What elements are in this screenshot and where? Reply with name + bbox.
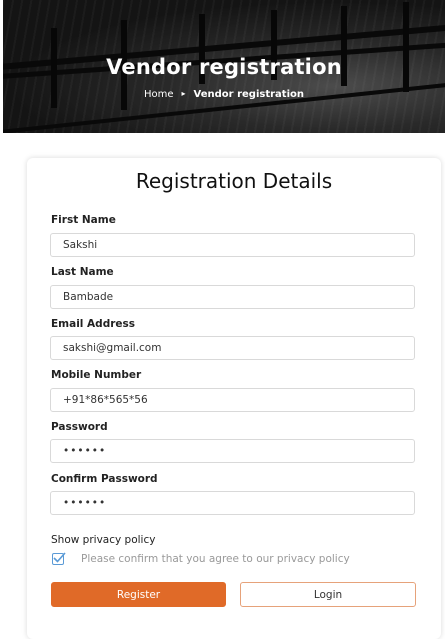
confirm-password-label: Confirm Password xyxy=(51,473,158,485)
password-label: Password xyxy=(51,421,108,433)
breadcrumb-separator-icon: ▸ xyxy=(181,89,186,98)
last-name-field[interactable] xyxy=(50,285,415,309)
last-name-label: Last Name xyxy=(51,266,114,278)
email-label: Email Address xyxy=(51,318,136,330)
register-button[interactable]: Register xyxy=(51,582,226,607)
check-icon xyxy=(53,552,66,563)
registration-card: Registration Details First Name Last Nam… xyxy=(27,158,441,639)
breadcrumb-current: Vendor registration xyxy=(193,89,304,100)
login-button[interactable]: Login xyxy=(240,582,416,607)
breadcrumb-home-link[interactable]: Home xyxy=(144,89,174,100)
mobile-label: Mobile Number xyxy=(51,369,142,381)
privacy-checkbox-text: Please confirm that you agree to our pri… xyxy=(81,553,350,565)
mobile-field[interactable] xyxy=(50,388,415,412)
breadcrumb: Home ▸ Vendor registration xyxy=(3,89,445,100)
confirm-password-field[interactable] xyxy=(50,491,415,515)
first-name-field[interactable] xyxy=(50,233,415,257)
email-field[interactable] xyxy=(50,336,415,360)
password-field[interactable] xyxy=(50,439,415,463)
privacy-policy-label: Show privacy policy xyxy=(51,534,156,546)
form-title: Registration Details xyxy=(135,169,333,193)
first-name-label: First Name xyxy=(51,214,116,226)
privacy-checkbox[interactable] xyxy=(52,552,66,565)
page-title: Vendor registration xyxy=(106,55,342,79)
hero-banner: Vendor registration Home ▸ Vendor registra… xyxy=(3,0,445,133)
